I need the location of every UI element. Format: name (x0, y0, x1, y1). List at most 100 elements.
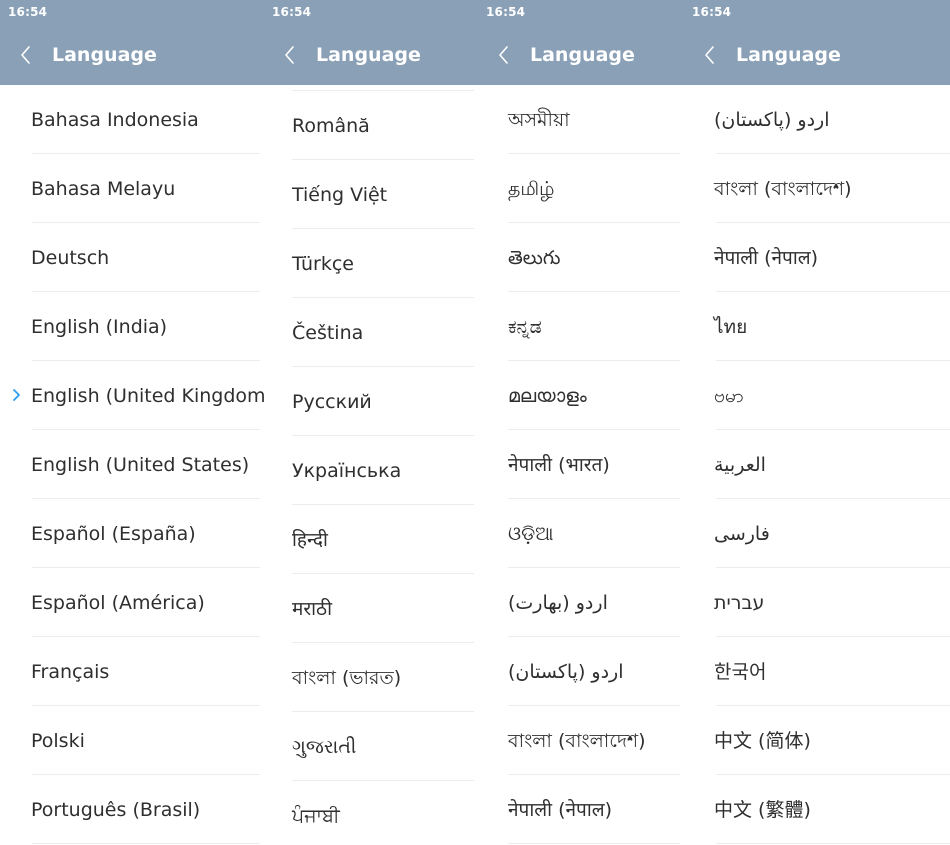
page-title: Language (316, 44, 421, 66)
language-item[interactable]: Bahasa Melayu (0, 154, 264, 223)
language-label: Tiếng Việt (292, 184, 388, 206)
language-item[interactable]: Français (0, 637, 264, 706)
language-label: Português (Brasil) (31, 799, 201, 821)
status-time: 16:54 (8, 5, 48, 19)
language-panel-4: 16:54 Language اردو (پاکستان) বাংলা (বাং… (684, 0, 950, 845)
language-item[interactable]: 한국어 (684, 637, 950, 706)
back-button[interactable] (278, 40, 304, 70)
language-item[interactable]: বাংলা (বাংলাদেশ) (478, 706, 684, 775)
language-item[interactable]: मराठी (264, 574, 478, 643)
language-label: 한국어 (714, 661, 767, 683)
language-label: മലയാളം (508, 385, 587, 407)
language-label: اردو (پاکستان) (508, 661, 624, 683)
language-label: Русский (292, 391, 372, 413)
page-title: Language (736, 44, 841, 66)
language-item[interactable]: नेपाली (नेपाल) (684, 223, 950, 292)
language-item-selected[interactable]: English (United Kingdom) (0, 361, 264, 430)
language-label: Bahasa Indonesia (31, 109, 199, 131)
language-item[interactable]: বাংলা (বাংলাদেশ) (684, 154, 950, 223)
language-item[interactable]: Русский (264, 367, 478, 436)
language-item[interactable]: தமிழ் (478, 154, 684, 223)
language-label: नेपाली (नेपाल) (714, 247, 819, 269)
language-label: اردو (بھارت) (508, 592, 608, 614)
language-label: Español (España) (31, 523, 196, 545)
status-time: 16:54 (692, 5, 732, 19)
back-button[interactable] (698, 40, 724, 70)
language-item[interactable]: Türkçe (264, 229, 478, 298)
back-button[interactable] (14, 40, 40, 70)
language-item[interactable]: 中文 (简体) (684, 706, 950, 775)
language-item[interactable]: हिन्दी (264, 505, 478, 574)
language-item[interactable]: ไทย (684, 292, 950, 361)
language-item[interactable]: اردو (بھارت) (478, 568, 684, 637)
language-item[interactable]: नेपाली (भारत) (478, 430, 684, 499)
language-label: Українська (292, 460, 402, 482)
language-item[interactable]: Polski (0, 706, 264, 775)
language-item[interactable]: 中文 (繁體) (684, 775, 950, 844)
language-item[interactable]: বাংলা (ভারত) (264, 643, 478, 712)
language-item[interactable]: עברית (684, 568, 950, 637)
language-list: Bahasa Indonesia Bahasa Melayu Deutsch E… (0, 85, 264, 844)
language-item[interactable]: English (India) (0, 292, 264, 361)
language-item[interactable]: ગુજરાતી (264, 712, 478, 781)
language-item[interactable]: Українська (264, 436, 478, 505)
language-label: ગુજરાતી (292, 736, 357, 758)
language-item[interactable]: العربية (684, 430, 950, 499)
language-item[interactable]: Čeština (264, 298, 478, 367)
language-label: Bahasa Melayu (31, 178, 176, 200)
language-item[interactable]: English (United States) (0, 430, 264, 499)
language-item[interactable]: Română (264, 91, 478, 160)
language-item[interactable]: Bahasa Indonesia (0, 85, 264, 154)
language-item[interactable]: অসমীয়া (478, 85, 684, 154)
language-label: ଓଡ଼ିଆ (508, 523, 554, 545)
language-item[interactable]: اردو (پاکستان) (684, 85, 950, 154)
language-label: 中文 (简体) (714, 730, 811, 752)
language-item[interactable]: తెలుగు (478, 223, 684, 292)
language-item[interactable]: Español (España) (0, 499, 264, 568)
language-item[interactable]: ಕನ್ನಡ (478, 292, 684, 361)
language-label: తెలుగు (508, 247, 561, 269)
language-item[interactable]: ဗမာ (684, 361, 950, 430)
language-label: नेपाली (नेपाल) (508, 799, 613, 821)
back-button[interactable] (492, 40, 518, 70)
language-label: தமிழ் (508, 178, 555, 200)
page-title: Language (530, 44, 635, 66)
language-item[interactable]: മലയാളം (478, 361, 684, 430)
chevron-left-icon (285, 46, 294, 64)
language-label: অসমীয়া (508, 109, 570, 131)
language-label: ਪੰਜਾਬੀ (292, 805, 340, 827)
language-label: বাংলা (বাংলাদেশ) (714, 178, 852, 200)
language-item[interactable]: Español (América) (0, 568, 264, 637)
language-item[interactable]: Português (Brasil) (0, 775, 264, 844)
language-panel-1: 16:54 Language Bahasa Indonesia Bahasa M… (0, 0, 264, 845)
language-panel-2: 16:54 Language Română Tiếng Việt Türkçe … (264, 0, 478, 845)
language-label: Čeština (292, 322, 364, 344)
chevron-left-icon (499, 46, 508, 64)
language-item[interactable]: नेपाली (नेपाल) (478, 775, 684, 844)
language-list: Română Tiếng Việt Türkçe Čeština Русский… (264, 91, 478, 845)
header-bar: 16:54 Language (264, 0, 478, 85)
language-item[interactable]: ਪੰਜਾਬੀ (264, 781, 478, 845)
header-bar: 16:54 Language (0, 0, 264, 85)
language-label: English (United States) (31, 454, 250, 476)
language-label: हिन्दी (292, 529, 328, 551)
language-item[interactable]: اردو (پاکستان) (478, 637, 684, 706)
language-label: Română (292, 115, 370, 137)
header-bar: 16:54 Language (684, 0, 950, 85)
language-label: বাংলা (বাংলাদেশ) (508, 730, 646, 752)
chevron-left-icon (21, 46, 30, 64)
language-label: English (United Kingdom) (31, 385, 264, 407)
language-list: অসমীয়া தமிழ் తెలుగు ಕನ್ನಡ മലയാളം नेपाली… (478, 85, 684, 844)
language-item[interactable]: ଓଡ଼ିଆ (478, 499, 684, 568)
language-label: ဗမာ (714, 385, 744, 407)
language-label: ไทย (714, 316, 748, 338)
language-panel-3: 16:54 Language অসমীয়া தமிழ் తెలుగు ಕನ್ನ… (478, 0, 684, 845)
header-bar: 16:54 Language (478, 0, 684, 85)
language-item[interactable]: فارسی (684, 499, 950, 568)
language-item[interactable]: Tiếng Việt (264, 160, 478, 229)
language-item[interactable]: Deutsch (0, 223, 264, 292)
language-label: English (India) (31, 316, 168, 338)
chevron-left-icon (705, 46, 714, 64)
chevron-right-icon (13, 389, 20, 401)
page-title: Language (52, 44, 157, 66)
